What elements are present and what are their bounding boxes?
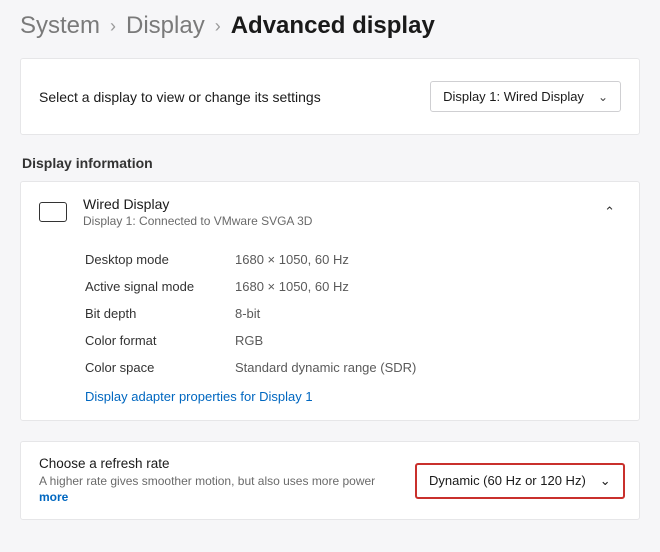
chevron-right-icon: › bbox=[110, 16, 116, 37]
prop-value: 1680 × 1050, 60 Hz bbox=[235, 252, 349, 267]
breadcrumb-display[interactable]: Display bbox=[126, 12, 205, 40]
prop-label: Bit depth bbox=[85, 306, 235, 321]
select-display-card: Select a display to view or change its s… bbox=[20, 58, 640, 135]
display-properties: Desktop mode 1680 × 1050, 60 Hz Active s… bbox=[21, 242, 639, 420]
breadcrumb-system[interactable]: System bbox=[20, 12, 100, 40]
refresh-rate-card: Choose a refresh rate A higher rate give… bbox=[20, 441, 640, 520]
prop-row: Color space Standard dynamic range (SDR) bbox=[85, 354, 621, 381]
prop-label: Desktop mode bbox=[85, 252, 235, 267]
select-display-prompt: Select a display to view or change its s… bbox=[39, 89, 321, 105]
refresh-rate-dropdown[interactable]: Dynamic (60 Hz or 120 Hz) ⌄ bbox=[415, 463, 625, 499]
adapter-properties-link[interactable]: Display adapter properties for Display 1 bbox=[85, 381, 621, 406]
chevron-right-icon: › bbox=[215, 16, 221, 37]
learn-more-link[interactable]: more bbox=[39, 490, 68, 504]
refresh-rate-desc: A higher rate gives smoother motion, but… bbox=[39, 473, 407, 505]
prop-label: Active signal mode bbox=[85, 279, 235, 294]
display-info-header[interactable]: Wired Display Display 1: Connected to VM… bbox=[21, 182, 639, 242]
breadcrumb-current: Advanced display bbox=[231, 12, 435, 40]
prop-value: RGB bbox=[235, 333, 263, 348]
refresh-rate-title: Choose a refresh rate bbox=[39, 456, 407, 471]
display-info-heading: Display information bbox=[22, 155, 640, 171]
display-info-card: Wired Display Display 1: Connected to VM… bbox=[20, 181, 640, 421]
display-selector-value: Display 1: Wired Display bbox=[443, 89, 584, 104]
refresh-rate-value: Dynamic (60 Hz or 120 Hz) bbox=[429, 473, 586, 488]
breadcrumb: System › Display › Advanced display bbox=[20, 12, 640, 40]
display-name: Wired Display bbox=[83, 196, 582, 212]
prop-value: 1680 × 1050, 60 Hz bbox=[235, 279, 349, 294]
display-subtitle: Display 1: Connected to VMware SVGA 3D bbox=[83, 214, 582, 228]
prop-row: Desktop mode 1680 × 1050, 60 Hz bbox=[85, 246, 621, 273]
chevron-down-icon: ⌄ bbox=[598, 90, 608, 104]
prop-label: Color format bbox=[85, 333, 235, 348]
prop-row: Color format RGB bbox=[85, 327, 621, 354]
monitor-icon bbox=[39, 202, 67, 222]
chevron-down-icon: ⌄ bbox=[600, 473, 611, 489]
prop-value: Standard dynamic range (SDR) bbox=[235, 360, 416, 375]
chevron-up-icon: ⌃ bbox=[598, 204, 621, 220]
prop-label: Color space bbox=[85, 360, 235, 375]
prop-row: Active signal mode 1680 × 1050, 60 Hz bbox=[85, 273, 621, 300]
prop-row: Bit depth 8-bit bbox=[85, 300, 621, 327]
prop-value: 8-bit bbox=[235, 306, 260, 321]
display-selector-dropdown[interactable]: Display 1: Wired Display ⌄ bbox=[430, 81, 621, 112]
